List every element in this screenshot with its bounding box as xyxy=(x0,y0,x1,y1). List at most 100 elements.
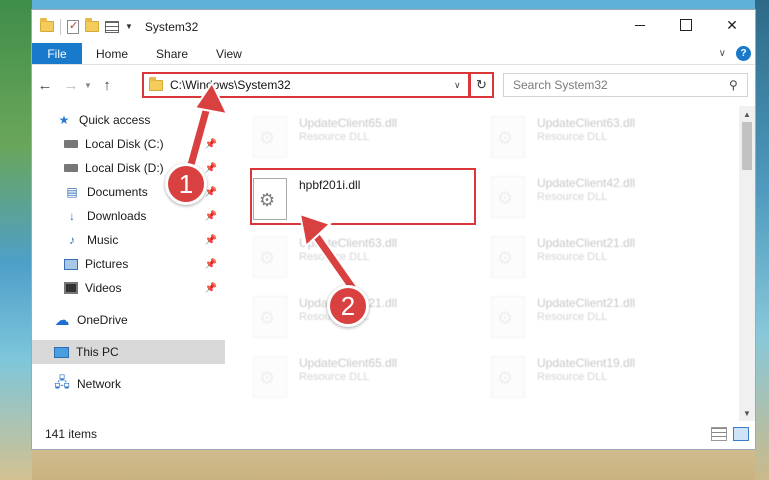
up-arrow-icon[interactable]: ↑ xyxy=(94,77,120,94)
file-type: Resource DLL xyxy=(537,191,608,203)
sidebar-item-network[interactable]: 🖧 Network xyxy=(32,372,225,396)
forward-arrow-icon[interactable]: → xyxy=(58,77,84,94)
help-icon[interactable]: ? xyxy=(736,46,751,61)
expand-ribbon-chevron-icon[interactable]: ∨ xyxy=(719,48,726,59)
recent-locations-chevron-icon[interactable]: ▼ xyxy=(84,81,94,90)
sidebar-item-onedrive[interactable]: ☁ OneDrive xyxy=(32,308,225,332)
folder-icon xyxy=(40,18,54,32)
view-toggle xyxy=(711,427,749,441)
tab-file[interactable]: File xyxy=(32,43,82,64)
desktop-background-left xyxy=(0,0,32,480)
close-button[interactable]: ✕ xyxy=(709,10,755,40)
file-item[interactable]: UpdateClient21.dll Resource DLL xyxy=(463,228,691,286)
star-icon: ★ xyxy=(58,113,70,127)
sidebar-item-pictures[interactable]: Pictures 📌 xyxy=(32,252,225,276)
dll-file-icon xyxy=(253,356,287,398)
dll-file-icon xyxy=(491,356,525,398)
step-2-badge: 2 xyxy=(327,285,369,327)
file-item[interactable]: UpdateClient63.dll Resource DLL xyxy=(463,108,691,166)
file-item[interactable]: UpdateClient19.dll Resource DLL xyxy=(463,348,691,406)
sidebar-item-this-pc[interactable]: This PC xyxy=(32,340,225,364)
network-icon: 🖧 xyxy=(54,374,70,390)
explorer-window: ▼ System32 ✕ File Home Share View ∨ ? ← … xyxy=(31,9,756,450)
sidebar-item-label: Local Disk (C:) xyxy=(85,137,164,151)
customize-toolbar-chevron-icon[interactable]: ▼ xyxy=(125,22,133,31)
ribbon-tabs: File Home Share View ∨ ? xyxy=(32,43,755,65)
desktop-background-right xyxy=(755,0,769,480)
scrollbar-thumb[interactable] xyxy=(742,122,752,170)
pin-icon: 📌 xyxy=(204,258,217,270)
sidebar-item-videos[interactable]: Videos 📌 xyxy=(32,276,225,300)
file-name: UpdateClient65.dll xyxy=(299,356,398,370)
sidebar-item-music[interactable]: ♪ Music 📌 xyxy=(32,228,225,252)
dll-file-icon xyxy=(253,236,287,278)
properties-icon[interactable] xyxy=(67,19,79,34)
step-1-badge: 1 xyxy=(165,163,207,205)
main-content: ★ Quick access Local Disk (C:) 📌 Local D… xyxy=(32,106,755,421)
drive-icon xyxy=(64,140,78,148)
sidebar-item-downloads[interactable]: ↓ Downloads 📌 xyxy=(32,204,225,228)
pictures-icon xyxy=(64,258,78,270)
sidebar-item-label: Network xyxy=(77,377,122,391)
tab-view[interactable]: View xyxy=(202,43,256,64)
large-icons-view-icon[interactable] xyxy=(733,427,749,441)
downloads-icon: ↓ xyxy=(69,209,75,223)
refresh-button[interactable]: ↻ xyxy=(469,72,494,98)
file-type: Resource DLL xyxy=(537,371,608,383)
sidebar-item-label: Videos xyxy=(85,281,122,295)
file-item[interactable]: UpdateClient21.dll Resource DLL xyxy=(463,288,691,346)
folder-icon xyxy=(149,76,163,91)
file-type: Resource DLL xyxy=(299,371,370,383)
dll-file-icon xyxy=(491,296,525,338)
documents-icon: ▤ xyxy=(66,185,78,199)
view-options-icon[interactable] xyxy=(105,20,119,33)
search-input[interactable]: Search System32 ⚲ xyxy=(503,73,748,97)
sidebar-item-label: Quick access xyxy=(79,113,151,127)
details-view-icon[interactable] xyxy=(711,427,727,441)
dll-file-icon xyxy=(491,236,525,278)
new-folder-icon[interactable] xyxy=(85,18,99,32)
tab-share[interactable]: Share xyxy=(142,43,202,64)
sidebar-item-label: Music xyxy=(87,233,119,247)
dll-file-icon xyxy=(491,176,525,218)
file-type: Resource DLL xyxy=(299,131,370,143)
dll-file-icon xyxy=(491,116,525,158)
drive-icon xyxy=(64,164,78,172)
status-bar: 141 items xyxy=(32,419,755,449)
dll-file-icon xyxy=(253,296,287,338)
search-placeholder: Search System32 xyxy=(513,78,608,92)
sidebar-item-label: This PC xyxy=(76,345,119,359)
file-type: Resource DLL xyxy=(537,251,608,263)
toolbar-divider xyxy=(60,18,61,35)
vertical-scrollbar[interactable]: ▲ ▼ xyxy=(739,106,755,421)
file-item[interactable]: UpdateClient65.dll Resource DLL xyxy=(225,108,453,166)
tab-home[interactable]: Home xyxy=(82,43,142,64)
file-name: UpdateClient63.dll xyxy=(537,116,636,130)
refresh-icon: ↻ xyxy=(476,77,487,92)
this-pc-icon xyxy=(54,346,69,358)
file-item[interactable]: UpdateClient65.dll Resource DLL xyxy=(225,348,453,406)
sidebar-item-label: Documents xyxy=(87,185,148,199)
back-arrow-icon[interactable]: ← xyxy=(32,77,58,94)
maximize-button[interactable] xyxy=(663,10,709,40)
window-title: System32 xyxy=(144,19,199,34)
file-name: UpdateClient21.dll xyxy=(537,296,636,310)
search-icon: ⚲ xyxy=(729,78,738,92)
minimize-button[interactable] xyxy=(617,10,663,40)
file-name: UpdateClient19.dll xyxy=(537,356,636,370)
file-name: hpbf201i.dll xyxy=(299,178,361,192)
item-count: 141 items xyxy=(45,427,98,441)
sidebar-item-label: OneDrive xyxy=(77,313,128,327)
file-item[interactable]: UpdateClient42.dll Resource DLL xyxy=(463,168,691,226)
sidebar-item-label: Pictures xyxy=(85,257,129,271)
file-name: UpdateClient42.dll xyxy=(537,176,636,190)
address-history-chevron-icon[interactable]: ∨ xyxy=(454,80,468,91)
ribbon-right-controls: ∨ ? xyxy=(719,46,751,61)
title-bar: ▼ System32 ✕ xyxy=(32,10,755,43)
scroll-up-icon[interactable]: ▲ xyxy=(739,106,755,122)
file-type: Resource DLL xyxy=(537,311,608,323)
sidebar-item-label: Local Disk (D:) xyxy=(85,161,164,175)
dll-file-icon xyxy=(253,116,287,158)
callout-arrow-2 xyxy=(298,212,360,296)
quick-access-toolbar: ▼ xyxy=(32,18,133,35)
